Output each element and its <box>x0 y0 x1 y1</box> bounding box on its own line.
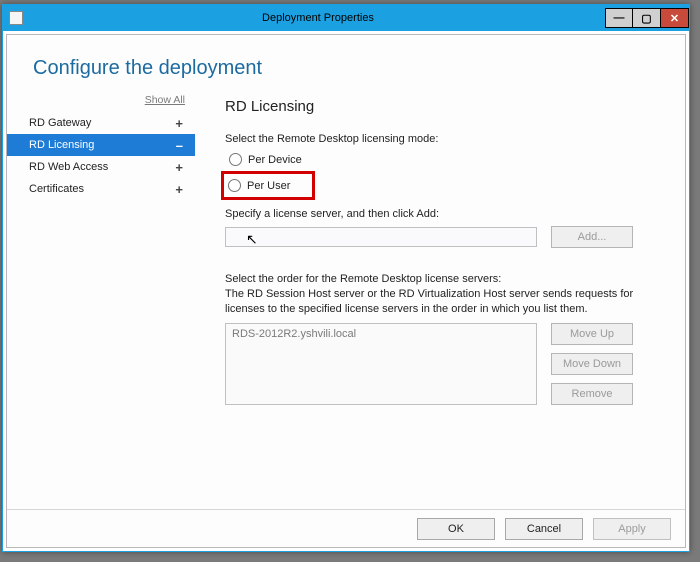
deployment-properties-window: Deployment Properties — ▢ ✕ Configure th… <box>2 4 690 552</box>
list-item[interactable]: RDS-2012R2.yshvili.local <box>232 328 530 340</box>
order-label: Select the order for the Remote Desktop … <box>225 272 665 287</box>
plus-icon: + <box>175 116 183 131</box>
radio-per-device-input[interactable] <box>229 153 242 166</box>
remove-button[interactable]: Remove <box>551 383 633 405</box>
sidebar-item-certificates[interactable]: Certificates + <box>7 178 195 200</box>
move-down-button[interactable]: Move Down <box>551 353 633 375</box>
move-up-button[interactable]: Move Up <box>551 323 633 345</box>
sidebar-item-rd-gateway[interactable]: RD Gateway + <box>7 112 195 134</box>
highlight-per-user: Per User <box>221 171 315 200</box>
panel-title: RD Licensing <box>225 98 665 115</box>
license-servers-list[interactable]: RDS-2012R2.yshvili.local <box>225 323 537 405</box>
dialog-footer: OK Cancel Apply <box>7 509 685 547</box>
add-button[interactable]: Add... <box>551 226 633 248</box>
sidebar: Show All RD Gateway + RD Licensing – RD … <box>7 92 195 508</box>
apply-button[interactable]: Apply <box>593 518 671 540</box>
client-area: Configure the deployment Show All RD Gat… <box>6 34 686 548</box>
page-title: Configure the deployment <box>7 35 685 92</box>
sidebar-item-rd-licensing[interactable]: RD Licensing – <box>7 134 195 156</box>
sidebar-item-label: RD Gateway <box>29 117 91 129</box>
plus-icon: + <box>175 160 183 175</box>
license-server-input[interactable] <box>225 227 537 247</box>
close-button[interactable]: ✕ <box>661 8 689 28</box>
order-help: The RD Session Host server or the RD Vir… <box>225 287 665 317</box>
radio-label: Per Device <box>248 154 302 166</box>
window-title: Deployment Properties <box>31 12 605 24</box>
radio-per-user[interactable]: Per User <box>224 177 294 194</box>
licensing-mode-label: Select the Remote Desktop licensing mode… <box>225 133 665 145</box>
plus-icon: + <box>175 182 183 197</box>
minimize-button[interactable]: — <box>605 8 633 28</box>
order-section: Select the order for the Remote Desktop … <box>225 272 665 317</box>
app-icon <box>9 11 23 25</box>
show-all-link[interactable]: Show All <box>7 94 195 112</box>
minus-icon: – <box>176 138 183 153</box>
ok-button[interactable]: OK <box>417 518 495 540</box>
sidebar-item-label: RD Web Access <box>29 161 108 173</box>
radio-per-user-input[interactable] <box>228 179 241 192</box>
sidebar-item-label: Certificates <box>29 183 84 195</box>
panel-rd-licensing: RD Licensing Select the Remote Desktop l… <box>195 92 685 508</box>
cancel-button[interactable]: Cancel <box>505 518 583 540</box>
maximize-button[interactable]: ▢ <box>633 8 661 28</box>
titlebar: Deployment Properties — ▢ ✕ <box>3 5 689 31</box>
radio-label: Per User <box>247 180 290 192</box>
sidebar-item-rd-web-access[interactable]: RD Web Access + <box>7 156 195 178</box>
specify-server-label: Specify a license server, and then click… <box>225 208 665 220</box>
radio-per-device[interactable]: Per Device <box>225 151 665 168</box>
sidebar-item-label: RD Licensing <box>29 139 94 151</box>
